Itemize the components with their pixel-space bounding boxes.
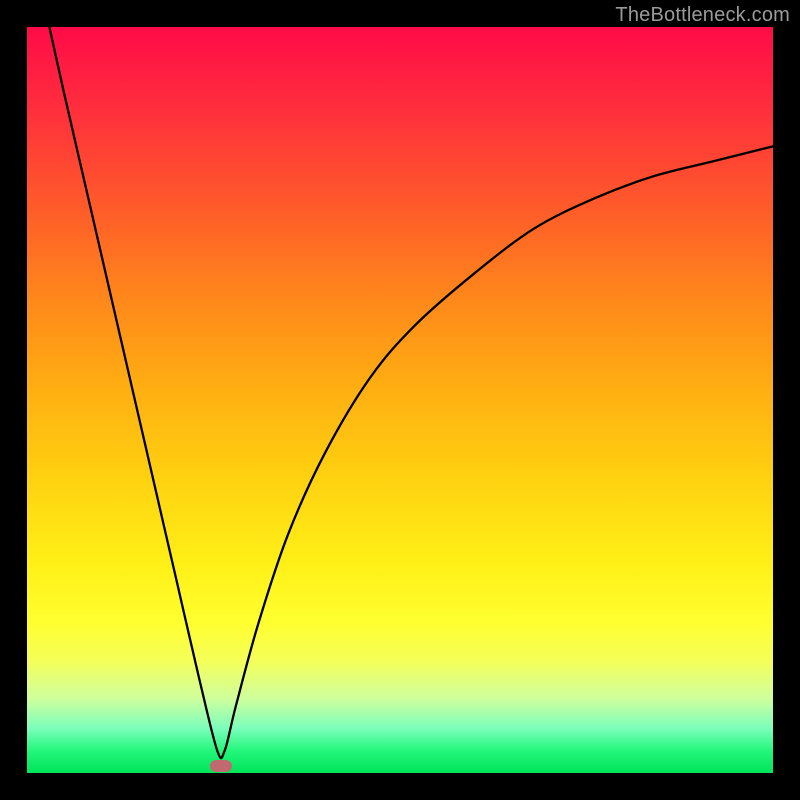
plot-area: [27, 27, 773, 773]
minimum-marker: [210, 760, 232, 772]
watermark-text: TheBottleneck.com: [615, 4, 790, 27]
curve-layer: [27, 27, 773, 773]
bottleneck-curve: [49, 27, 773, 758]
chart-frame: TheBottleneck.com: [0, 0, 800, 800]
